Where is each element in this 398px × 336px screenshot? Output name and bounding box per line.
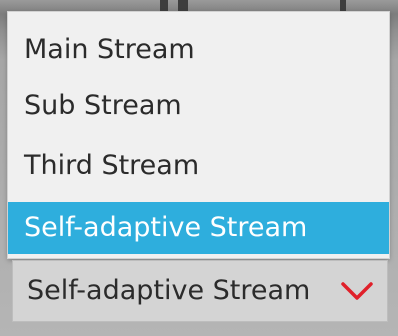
option-self-adaptive-stream[interactable]: Self-adaptive Stream	[8, 202, 389, 254]
stream-select[interactable]: Self-adaptive Stream	[12, 260, 388, 322]
option-sub-stream[interactable]: Sub Stream	[8, 80, 389, 132]
chevron-down-icon	[341, 282, 373, 300]
stream-dropdown-menu: Main Stream Sub Stream Third Stream Self…	[8, 12, 389, 258]
stream-select-value: Self-adaptive Stream	[27, 275, 311, 306]
option-third-stream[interactable]: Third Stream	[8, 140, 389, 192]
option-main-stream[interactable]: Main Stream	[8, 24, 389, 76]
